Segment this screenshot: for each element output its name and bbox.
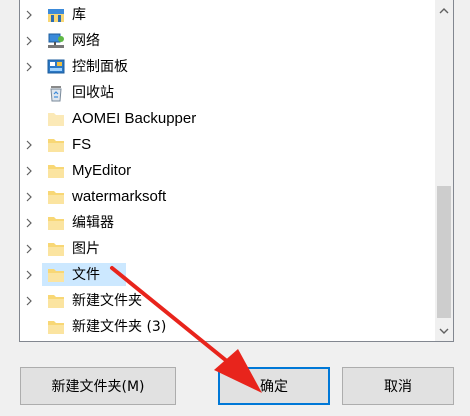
network-icon bbox=[46, 31, 66, 51]
tree-item-folder[interactable]: 编辑器 bbox=[20, 210, 430, 236]
control-panel-icon bbox=[46, 57, 66, 77]
tree-item-label: 控制面板 bbox=[72, 59, 128, 75]
tree-item-control-panel[interactable]: 控制面板 bbox=[20, 54, 430, 80]
ok-button[interactable]: 确定 bbox=[218, 367, 330, 405]
folder-icon bbox=[46, 109, 66, 129]
new-folder-button[interactable]: 新建文件夹(M) bbox=[20, 367, 176, 405]
chevron-right-icon[interactable] bbox=[23, 243, 35, 255]
tree-item-label: AOMEI Backupper bbox=[72, 110, 197, 127]
scroll-thumb[interactable] bbox=[437, 186, 451, 318]
tree-item-label: 新建文件夹 bbox=[72, 293, 142, 309]
tree-item-label: watermarksoft bbox=[72, 188, 167, 205]
folder-icon bbox=[46, 135, 66, 155]
tree-item-folder[interactable]: 新建文件夹 (3) bbox=[20, 314, 430, 340]
tree-item-label: 编辑器 bbox=[72, 215, 114, 231]
tree-item-folder[interactable]: 图片 bbox=[20, 236, 430, 262]
tree-item-library[interactable]: 库 bbox=[20, 2, 430, 28]
tree-item-label: FS bbox=[72, 136, 92, 153]
chevron-right-icon[interactable] bbox=[23, 165, 35, 177]
folder-icon bbox=[46, 239, 66, 259]
scroll-up-arrow-icon[interactable] bbox=[435, 2, 453, 20]
tree-item-label: MyEditor bbox=[72, 162, 132, 179]
tree-item-folder[interactable]: MyEditor bbox=[20, 158, 430, 184]
tree-item-folder[interactable]: watermarksoft bbox=[20, 184, 430, 210]
tree-item-folder[interactable]: AOMEI Backupper bbox=[20, 106, 430, 132]
tree-item-folder[interactable]: FS bbox=[20, 132, 430, 158]
chevron-right-icon[interactable] bbox=[23, 9, 35, 21]
cancel-button[interactable]: 取消 bbox=[342, 367, 454, 405]
tree-item-label: 库 bbox=[72, 7, 86, 23]
folder-icon bbox=[46, 161, 66, 181]
tree-item-label: 图片 bbox=[72, 241, 100, 257]
folder-icon bbox=[46, 213, 66, 233]
folder-icon bbox=[46, 317, 66, 337]
tree-item-label: 文件 bbox=[72, 267, 100, 283]
folder-icon bbox=[46, 265, 66, 285]
chevron-right-icon[interactable] bbox=[23, 217, 35, 229]
chevron-right-icon[interactable] bbox=[23, 295, 35, 307]
tree-item-label: 回收站 bbox=[72, 85, 114, 101]
tree-item-folder-selected[interactable]: 文件 bbox=[20, 262, 430, 288]
tree-item-network[interactable]: 网络 bbox=[20, 28, 430, 54]
folder-icon bbox=[46, 291, 66, 311]
chevron-right-icon[interactable] bbox=[23, 61, 35, 73]
vertical-scrollbar[interactable] bbox=[435, 0, 453, 341]
scroll-down-arrow-icon[interactable] bbox=[435, 322, 453, 340]
chevron-right-icon[interactable] bbox=[23, 139, 35, 151]
recycle-bin-icon bbox=[46, 83, 66, 103]
chevron-right-icon[interactable] bbox=[23, 191, 35, 203]
folder-tree[interactable]: 库 网络 控制面板 回收站 AOMEI Backupper FS MyEdito… bbox=[19, 0, 454, 342]
tree-item-folder[interactable]: 新建文件夹 bbox=[20, 288, 430, 314]
library-icon bbox=[46, 5, 66, 25]
chevron-right-icon[interactable] bbox=[23, 269, 35, 281]
tree-item-label: 网络 bbox=[72, 33, 100, 49]
tree-item-label: 新建文件夹 (3) bbox=[72, 319, 167, 335]
tree-item-recycle-bin[interactable]: 回收站 bbox=[20, 80, 430, 106]
folder-icon bbox=[46, 187, 66, 207]
chevron-right-icon[interactable] bbox=[23, 35, 35, 47]
